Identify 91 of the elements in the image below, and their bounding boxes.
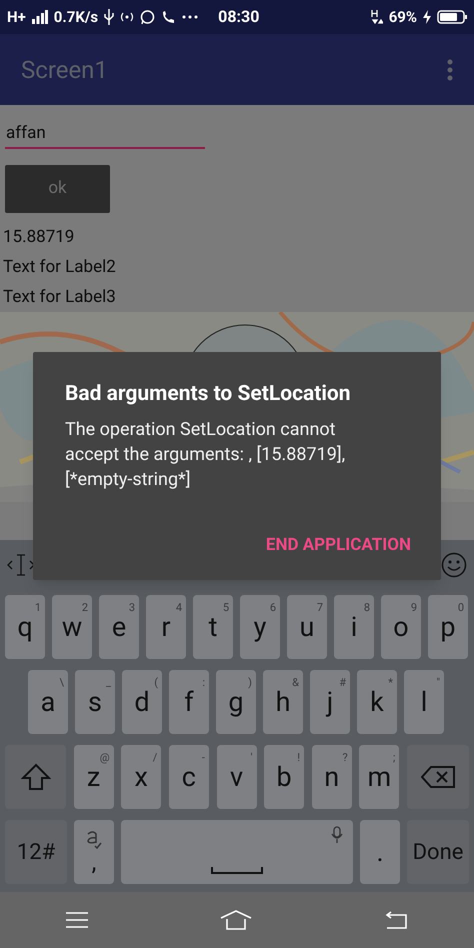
battery-level: 69% <box>388 6 417 28</box>
key-hint: 8 <box>364 602 370 613</box>
phone-icon <box>161 10 176 24</box>
key-hint: ( <box>154 677 158 688</box>
key-hint: _ <box>106 677 111 688</box>
keyboard-key[interactable]: m ; <box>359 745 400 809</box>
key-hint: 0 <box>458 602 464 613</box>
keyboard-key[interactable]: q 1 <box>5 595 45 659</box>
text-field[interactable]: affan <box>5 119 205 149</box>
charging-icon <box>423 10 431 24</box>
chat-icon <box>140 10 156 24</box>
label-text: 15.88719 <box>3 226 76 248</box>
dialog-message: The operation SetLocation cannot accept the arguments: , [15.88719], [*empty-string*] <box>65 418 346 492</box>
dialog-title: Bad arguments to SetLocation <box>65 381 352 408</box>
keyboard-key[interactable]: z @ <box>74 745 114 809</box>
keyboard-key[interactable]: x / <box>121 745 162 809</box>
usb-icon <box>104 9 114 25</box>
keyboard-key[interactable]: c - <box>168 745 209 809</box>
keyboard-key[interactable]: k * <box>357 670 397 734</box>
key-hint: ! <box>297 752 300 763</box>
key-hint: ? <box>342 752 348 763</box>
keyboard-key[interactable]: i 8 <box>334 595 374 659</box>
key-hint: # <box>339 677 346 688</box>
key-hint: ; <box>393 752 396 763</box>
keyboard-key[interactable]: j # <box>310 670 350 734</box>
home-icon[interactable] <box>220 910 252 930</box>
keyboard-key[interactable]: h & <box>263 670 303 734</box>
keyboard-key[interactable]: d ( <box>122 670 162 734</box>
key-hint: 6 <box>270 602 276 613</box>
key-hint: 3 <box>128 602 135 613</box>
key-hint: 2 <box>82 602 88 613</box>
key-hint: * <box>388 677 393 688</box>
shift-icon <box>20 763 50 791</box>
key-hint: \ <box>59 677 64 688</box>
keyboard-key[interactable]: s _ <box>75 670 115 734</box>
app-title: Screen1 <box>21 54 108 86</box>
space-icon <box>211 867 263 874</box>
keyboard-key[interactable]: v ' <box>216 745 256 809</box>
key-hint: 5 <box>222 602 229 613</box>
label-text: Text for Label3 <box>3 286 117 308</box>
spellcheck-icon <box>85 830 103 850</box>
key-hint: & <box>292 677 299 688</box>
more-icon <box>182 15 198 19</box>
keyboard-key[interactable]: u 7 <box>287 595 327 659</box>
emoji-icon[interactable] <box>441 552 467 578</box>
keyboard-key[interactable]: g ) <box>216 670 256 734</box>
key-hint: 4 <box>176 602 182 613</box>
label-text: Text for Label2 <box>3 256 117 278</box>
key-hint: @ <box>100 752 110 763</box>
backspace-key[interactable] <box>407 745 469 809</box>
key-hint: - <box>202 752 205 763</box>
network-speed: 0.7K/s <box>54 6 98 28</box>
keyboard-key[interactable]: l " <box>404 670 444 734</box>
keyboard-key[interactable]: e 3 <box>99 595 139 659</box>
key-hint: : <box>202 677 205 688</box>
keyboard-key[interactable]: Done <box>407 820 469 884</box>
key-hint: ' <box>250 752 252 763</box>
cursor-icon[interactable] <box>7 554 35 576</box>
key-hint: 9 <box>410 602 417 613</box>
clock: 08:30 <box>218 6 260 28</box>
keyboard-key[interactable]: y 6 <box>240 595 280 659</box>
key-hint: 7 <box>316 602 323 613</box>
signal-icon <box>32 10 48 24</box>
key-hint: " <box>436 677 440 688</box>
keyboard-key[interactable]: n ? <box>312 745 352 809</box>
keyboard-key[interactable]: t 5 <box>193 595 233 659</box>
keyboard-key[interactable]: f : <box>169 670 209 734</box>
keyboard-key[interactable]: b ! <box>264 745 304 809</box>
network-type: H+ <box>7 6 26 28</box>
keyboard-key[interactable]: a \ <box>28 670 68 734</box>
keyboard-key[interactable]: , <box>74 820 114 884</box>
data-activity-icon <box>370 9 383 25</box>
keyboard-key[interactable]: p 0 <box>428 595 468 659</box>
keyboard-key[interactable]: o 9 <box>381 595 421 659</box>
end-application-button[interactable]: END APPLICATION <box>266 532 411 558</box>
keyboard-key[interactable]: r 4 <box>146 595 186 659</box>
back-icon[interactable] <box>384 911 408 929</box>
keyboard-key[interactable]: w 2 <box>52 595 92 659</box>
microphone-icon <box>331 826 343 844</box>
key-hint: / <box>152 752 158 763</box>
key-hint: ) <box>248 677 252 688</box>
overflow-menu-icon[interactable] <box>447 58 453 80</box>
shift-key[interactable] <box>5 745 66 809</box>
keyboard-key[interactable]: 12# <box>5 820 67 884</box>
backspace-icon <box>421 766 455 788</box>
battery-icon <box>437 10 467 24</box>
ok-button[interactable]: ok <box>5 165 110 213</box>
keyboard-key[interactable]: . <box>360 820 400 884</box>
menu-icon[interactable] <box>66 912 88 928</box>
hotspot-icon <box>120 10 134 24</box>
key-hint: 1 <box>34 602 41 613</box>
